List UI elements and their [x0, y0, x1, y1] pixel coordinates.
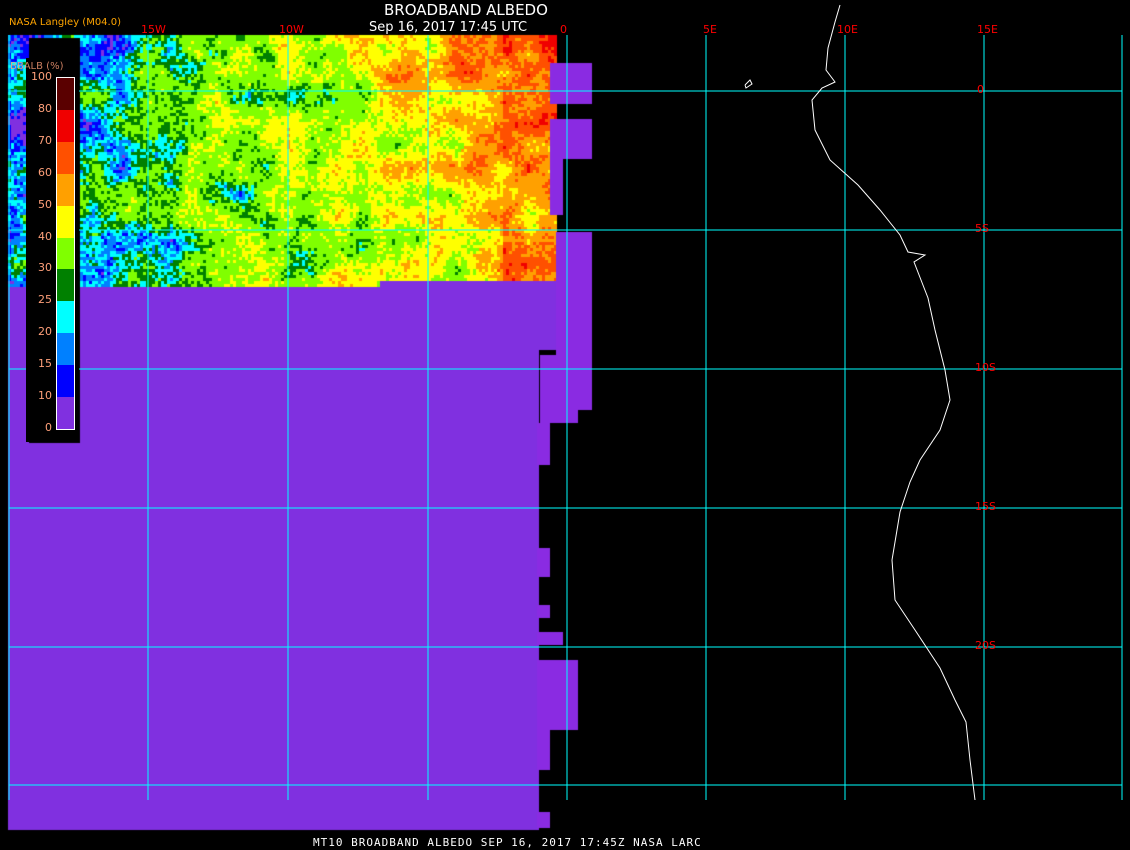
- legend-tick-label: 70: [38, 133, 52, 147]
- legend-tick-label: 20: [38, 325, 52, 339]
- legend-swatch: [57, 78, 74, 111]
- legend-tick-label: 80: [38, 101, 52, 115]
- lat-lon-grid: [8, 35, 1123, 800]
- lon-label: 10E: [837, 23, 858, 36]
- lat-label: 10S: [975, 361, 996, 374]
- legend-tick-label: 10: [38, 389, 52, 403]
- lat-label: 20S: [975, 639, 996, 652]
- legend-tick-label: 15: [38, 357, 52, 371]
- lat-label: 5S: [975, 222, 989, 235]
- legend-swatch: [57, 333, 74, 366]
- legend-swatch: [57, 365, 74, 398]
- legend-tick-label: 50: [38, 197, 52, 211]
- legend-swatch: [57, 109, 74, 143]
- legend-swatch: [57, 237, 74, 270]
- legend-tick-label: 25: [38, 293, 52, 307]
- island: [744, 79, 753, 89]
- credit-label: NASA Langley (M04.0): [9, 17, 121, 28]
- legend-swatch: [57, 141, 74, 175]
- page-title: BROADBAND ALBEDO: [384, 1, 548, 19]
- legend-tick-label: 40: [38, 229, 52, 243]
- legend-swatch: [57, 301, 74, 334]
- footer-caption: MT10 BROADBAND ALBEDO SEP 16, 2017 17:45…: [313, 836, 702, 849]
- lat-label: 0: [977, 83, 984, 96]
- lon-label: 15W: [141, 23, 166, 36]
- lon-label: 15E: [977, 23, 998, 36]
- legend-tick-label: 100: [31, 70, 52, 83]
- legend-color-bar: [56, 77, 75, 430]
- legend-tick-label: 30: [38, 261, 52, 275]
- lon-label: 5E: [703, 23, 717, 36]
- legend-tick-label: 60: [38, 165, 52, 179]
- datetime-label: Sep 16, 2017 17:45 UTC: [369, 20, 528, 35]
- legend-swatch: [57, 397, 74, 430]
- legend-tick-label: 0: [45, 421, 52, 434]
- map-overlay: [8, 4, 1123, 801]
- legend-swatch: [57, 173, 74, 207]
- lat-label: 15S: [975, 500, 996, 513]
- legend-swatch: [57, 269, 74, 302]
- color-legend: BBALB (%) 100 80 70 60 50 40 30 25 20 15 10 0: [10, 58, 79, 442]
- lon-label: 0: [560, 23, 567, 36]
- lon-label: 10W: [279, 23, 304, 36]
- legend-swatch: [57, 205, 74, 239]
- coastline: [811, 4, 976, 801]
